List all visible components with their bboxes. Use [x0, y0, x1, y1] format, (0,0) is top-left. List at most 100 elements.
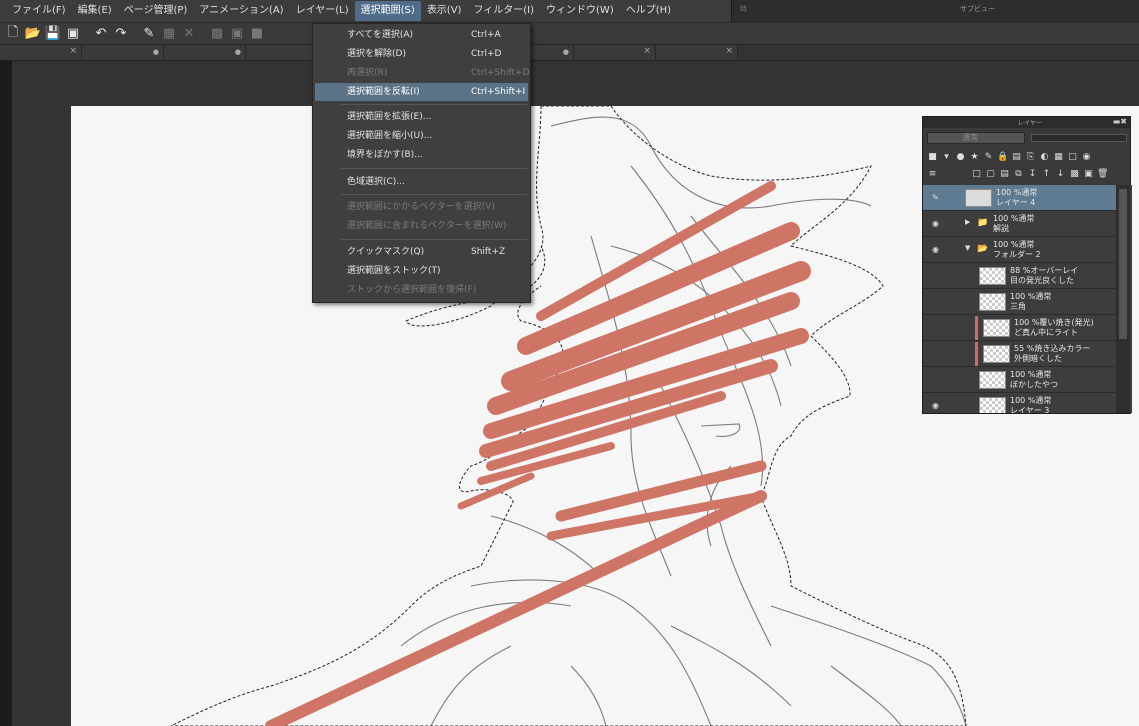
color-icon[interactable]: ◉	[1081, 152, 1092, 163]
eye-icon[interactable]: ◉	[932, 245, 939, 254]
save-icon[interactable]: 💾	[44, 25, 62, 43]
close-icon[interactable]: ×	[69, 46, 77, 56]
layer-row[interactable]: ◉ ▶ 📁 100 %通常 解説	[923, 211, 1117, 237]
collapse-arrow-icon[interactable]: ▼	[965, 244, 970, 252]
layer-name: 外側暗くした	[1014, 354, 1062, 363]
layer-row[interactable]: 55 %焼き込みカラー 外側暗くした	[923, 341, 1117, 367]
mask-icon[interactable]: ●	[955, 152, 966, 163]
menu-item-label: 選択範囲に含まれるベクターを選択(W)	[347, 221, 507, 231]
document-tab[interactable]: ×	[0, 45, 82, 60]
menu-item-expand-selection[interactable]: 選択範囲を拡張(E)...	[315, 108, 528, 126]
layer-row[interactable]: ◉ ▼ 📂 100 %通常 フォルダー 2	[923, 237, 1117, 263]
reference-icon[interactable]: ★	[969, 152, 980, 163]
menu-item-restore-from-stock[interactable]: ストックから選択範囲を復帰(F)	[315, 281, 528, 299]
fill-icon[interactable]: ■	[248, 25, 266, 43]
menu-view[interactable]: 表示(V)	[421, 1, 468, 21]
menu-item-quick-mask[interactable]: クイックマスク(Q) Shift+Z	[315, 243, 528, 261]
redo-icon[interactable]: ↷	[112, 25, 130, 43]
folder-icon: 📁	[977, 218, 989, 228]
apply-mask-icon[interactable]: ▣	[1083, 169, 1094, 180]
transform-icon[interactable]: ▩	[208, 25, 226, 43]
menu-item-select-vector-touching[interactable]: 選択範囲にかかるベクターを選択(V)	[315, 198, 528, 216]
menu-filter[interactable]: フィルター(I)	[467, 1, 540, 21]
close-icon[interactable]: ×	[643, 46, 651, 56]
blend-mode-select[interactable]: 通常	[927, 132, 1025, 144]
layer-tool-row: ■ ▾ ● ★ ✎ 🔒 ▤ ⎘ ◐ ▦ □ ◉	[927, 150, 1127, 164]
menu-item-stock-selection[interactable]: 選択範囲をストック(T)	[315, 262, 528, 280]
layer-name: 三角	[1010, 302, 1026, 311]
eye-icon[interactable]: ◉	[932, 219, 939, 228]
mask-layer-icon[interactable]: ▩	[1069, 169, 1080, 180]
document-tab[interactable]: ●	[82, 45, 164, 60]
close-icon[interactable]: ×	[725, 46, 733, 56]
layer-properties-icon[interactable]: ≡	[927, 169, 938, 180]
layer-row[interactable]: 100 %通常 三角	[923, 289, 1117, 315]
new-raster-layer-icon[interactable]: □	[971, 169, 982, 180]
lock-icon[interactable]: 🔒	[997, 152, 1008, 163]
left-edge-panel	[0, 61, 12, 726]
menu-item-color-range[interactable]: 色域選択(C)...	[315, 173, 528, 191]
lock-transparency-icon[interactable]: ▤	[1011, 152, 1022, 163]
export-icon[interactable]: ▣	[64, 25, 82, 43]
color-swatch-icon[interactable]: ■	[927, 152, 938, 163]
move-up-icon[interactable]: ↑	[1041, 169, 1052, 180]
menu-item-select-all[interactable]: すべてを選択(A) Ctrl+A	[315, 26, 528, 44]
expand-arrow-icon[interactable]: ▶	[965, 218, 970, 226]
menu-layer[interactable]: レイヤー(L)	[290, 1, 355, 21]
layer-row[interactable]: 100 %覆い焼き(発光) ど真ん中にライト	[923, 315, 1117, 341]
opacity-slider[interactable]	[1031, 134, 1127, 142]
menu-file[interactable]: ファイル(F)	[6, 1, 72, 21]
clear-icon[interactable]: ✕	[180, 25, 198, 43]
layer-color-icon[interactable]: ▦	[1053, 152, 1064, 163]
copy-layer-icon[interactable]: ⧉	[1013, 169, 1024, 180]
crop-icon[interactable]: ▣	[228, 25, 246, 43]
delete-layer-icon[interactable]: 🗑	[1097, 169, 1108, 180]
menu-item-blur-border[interactable]: 境界をぼかす(B)...	[315, 146, 528, 164]
menu-help[interactable]: ヘルプ(H)	[620, 1, 677, 21]
modified-dot-icon[interactable]: ●	[153, 48, 159, 56]
layer-name: 目の発光良くした	[1010, 276, 1074, 285]
layer-row[interactable]: ◉ 100 %通常 レイヤー 3	[923, 393, 1117, 413]
menu-edit[interactable]: 編集(E)	[72, 1, 118, 21]
new-file-icon[interactable]: 🗋	[4, 25, 22, 43]
subview-titlebar: 特 サブビュー	[731, 0, 1139, 23]
menu-item-deselect[interactable]: 選択を解除(D) Ctrl+D	[315, 45, 528, 63]
panel-close-icon[interactable]: ▬✖	[1113, 117, 1127, 126]
new-folder-icon[interactable]: ▤	[999, 169, 1010, 180]
menu-item-reselect[interactable]: 再選択(R) Ctrl+Shift+D	[315, 64, 529, 82]
menu-item-select-vector-inside[interactable]: 選択範囲に含まれるベクターを選択(W)	[315, 217, 528, 235]
menu-bar: ファイル(F) 編集(E) ページ管理(P) アニメーション(A) レイヤー(L…	[0, 0, 731, 23]
modified-dot-icon[interactable]: ●	[563, 48, 569, 56]
menu-animation[interactable]: アニメーション(A)	[193, 1, 289, 21]
menu-item-invert-selection[interactable]: 選択範囲を反転(I) Ctrl+Shift+I	[315, 83, 528, 101]
eye-icon[interactable]: ◉	[932, 401, 939, 410]
menu-item-shortcut: Ctrl+A	[471, 30, 501, 40]
layer-list-scrollbar[interactable]	[1116, 185, 1130, 413]
menu-selection[interactable]: 選択範囲(S)	[354, 1, 421, 21]
layer-row[interactable]: 100 %通常 ぼかしたやつ	[923, 367, 1117, 393]
ruler-icon[interactable]: □	[1067, 152, 1078, 163]
layer-row[interactable]: ✎ 100 %通常 レイヤー 4	[923, 185, 1117, 211]
document-tab[interactable]: ×	[656, 45, 738, 60]
scrollbar-thumb[interactable]	[1119, 189, 1127, 339]
pen-icon[interactable]: ✎	[932, 193, 939, 202]
grid-icon[interactable]: ▦	[160, 25, 178, 43]
undo-icon[interactable]: ↶	[92, 25, 110, 43]
pen-tool-icon[interactable]: ✎	[140, 25, 158, 43]
merge-down-icon[interactable]: ↧	[1027, 169, 1038, 180]
palette-icon[interactable]: ◐	[1039, 152, 1050, 163]
dropdown-icon[interactable]: ▾	[941, 152, 952, 163]
move-down-icon[interactable]: ↓	[1055, 169, 1066, 180]
layer-action-row: ≡ □ ▢ ▤ ⧉ ↧ ↑ ↓ ▩ ▣ 🗑	[927, 167, 1127, 181]
modified-dot-icon[interactable]: ●	[235, 48, 241, 56]
menu-item-shrink-selection[interactable]: 選択範囲を縮小(U)...	[315, 127, 528, 145]
open-folder-icon[interactable]: 📂	[24, 25, 42, 43]
layer-row[interactable]: 88 %オーバーレイ 目の発光良くした	[923, 263, 1117, 289]
clip-icon[interactable]: ⎘	[1025, 152, 1036, 163]
menu-window[interactable]: ウィンドウ(W)	[540, 1, 620, 21]
new-vector-layer-icon[interactable]: ▢	[985, 169, 996, 180]
menu-page[interactable]: ページ管理(P)	[118, 1, 194, 21]
document-tab[interactable]: ●	[164, 45, 246, 60]
draft-icon[interactable]: ✎	[983, 152, 994, 163]
document-tab[interactable]: ×	[574, 45, 656, 60]
